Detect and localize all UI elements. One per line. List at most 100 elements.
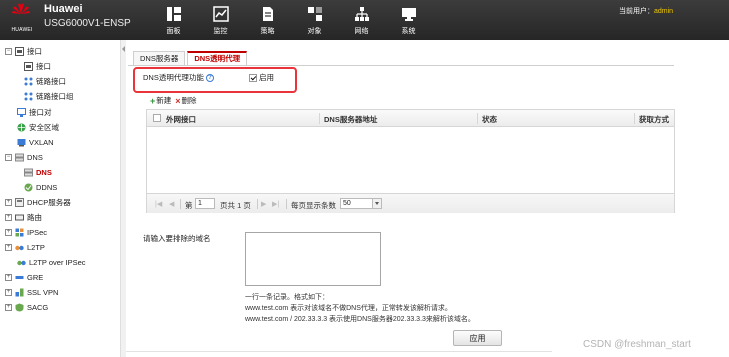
- exclude-domain-textarea[interactable]: [245, 232, 381, 286]
- last-page-icon[interactable]: ▶|: [272, 200, 279, 208]
- nav-object-label: 对象: [307, 28, 322, 35]
- nav-object[interactable]: 对象: [291, 4, 338, 38]
- chevron-down-icon[interactable]: [372, 199, 381, 208]
- tree-label: VXLAN: [29, 137, 54, 147]
- tree-interface-pair[interactable]: 接口对: [17, 106, 52, 118]
- nav-system[interactable]: 系统: [385, 4, 432, 38]
- add-button[interactable]: + 新建: [150, 95, 171, 106]
- expand-icon[interactable]: +: [5, 213, 12, 221]
- tree-gre[interactable]: + GRE: [5, 271, 43, 283]
- interface-icon: [15, 46, 24, 56]
- page-prefix: 第: [185, 201, 193, 210]
- tab-divider: [128, 65, 674, 66]
- network-topology-icon: [354, 7, 369, 21]
- col-wan-interface[interactable]: 外网接口: [166, 114, 196, 125]
- link-interface-group-icon: [24, 92, 33, 100]
- col-acquire-method[interactable]: 获取方式: [639, 114, 669, 125]
- col-status[interactable]: 状态: [482, 114, 497, 125]
- tab-dns-server[interactable]: DNS服务器: [133, 51, 186, 65]
- watermark: CSDN @freshman_start: [583, 339, 691, 350]
- tree-dns-group[interactable]: − DNS: [5, 151, 43, 163]
- tree-label: 链路接口组: [36, 91, 74, 101]
- delete-button[interactable]: × 删除: [175, 95, 196, 106]
- pagination-bar: |◀ ◀ 第 1 页共 1 页 ▶ ▶| 每页显示条数 50: [147, 193, 674, 213]
- annotation-highlight-box: [133, 67, 297, 93]
- nav-system-label: 系统: [401, 28, 416, 35]
- tree-label: 链路接口: [36, 76, 66, 86]
- logo-text: HUAWEI: [11, 27, 33, 33]
- tree-link-interface-group[interactable]: 链路接口组: [24, 90, 74, 102]
- tree-label: 接口: [27, 46, 42, 56]
- l2tp-icon: [15, 245, 24, 250]
- nav-network[interactable]: 网络: [338, 4, 385, 38]
- top-header: HUAWEI Huawei USG6000V1-ENSP 面板 监控 策略 对象…: [0, 0, 729, 40]
- collapse-icon[interactable]: −: [5, 153, 12, 161]
- tree-l2tp-over-ipsec[interactable]: L2TP over IPSec: [17, 256, 86, 268]
- apply-button[interactable]: 应用: [453, 330, 502, 346]
- select-all-checkbox[interactable]: [153, 114, 161, 122]
- sidebar-splitter[interactable]: [120, 40, 126, 357]
- tree-vxlan[interactable]: VXLAN: [17, 136, 54, 148]
- expand-icon[interactable]: +: [5, 288, 12, 296]
- tree-sacg[interactable]: + SACG: [5, 301, 48, 313]
- tree-link-interface[interactable]: 链路接口: [24, 75, 66, 87]
- sidebar-tree: − 接口 接口 链路接口 链路接口组 接口对 安全区域 VXLAN − DNS …: [0, 40, 122, 357]
- dns-server-table: 外网接口 DNS服务器地址 状态 获取方式 |◀ ◀ 第 1 页共 1 页 ▶ …: [146, 109, 675, 213]
- expand-icon[interactable]: +: [5, 228, 12, 236]
- expand-icon[interactable]: +: [5, 273, 12, 281]
- plus-icon: +: [150, 95, 156, 106]
- l2tp-over-ipsec-icon: [17, 260, 26, 265]
- per-page-select[interactable]: 50: [340, 198, 382, 209]
- tree-label: DNS: [36, 167, 52, 177]
- tree-ddns[interactable]: DDNS: [24, 181, 57, 193]
- column-divider: [634, 113, 635, 124]
- tree-interface-group[interactable]: − 接口: [5, 45, 42, 57]
- per-page-value: 50: [343, 200, 351, 207]
- tree-security-zone[interactable]: 安全区域: [17, 121, 59, 133]
- tree-ssl-vpn[interactable]: + SSL VPN: [5, 286, 58, 298]
- tree-label: L2TP: [27, 242, 45, 252]
- expand-icon[interactable]: +: [5, 198, 12, 206]
- link-interface-icon: [24, 77, 33, 85]
- tree-l2tp[interactable]: + L2TP: [5, 241, 45, 253]
- format-hint-line: www.test.com 表示对该域名不做DNS代理，正常转发该解析请求。: [245, 305, 452, 312]
- tree-label: SACG: [27, 302, 49, 312]
- tree-label: IPSec: [27, 227, 48, 237]
- tree-label: DHCP服务器: [27, 197, 71, 207]
- prev-page-icon[interactable]: ◀: [169, 200, 174, 208]
- footer-divider: [126, 351, 552, 352]
- nav-policy[interactable]: 策略: [244, 4, 291, 38]
- collapse-icon[interactable]: −: [5, 47, 12, 55]
- nav-dashboard[interactable]: 面板: [150, 4, 197, 38]
- tree-label: DDNS: [36, 182, 58, 192]
- table-header: 外网接口 DNS服务器地址 状态 获取方式: [147, 110, 674, 127]
- security-zone-icon: [17, 123, 26, 131]
- tab-bar: DNS服务器 DNS透明代理: [133, 51, 249, 65]
- interface-icon: [24, 61, 33, 71]
- page-number-input[interactable]: 1: [195, 198, 215, 209]
- tree-label: 路由: [27, 212, 42, 222]
- col-dns-server-address[interactable]: DNS服务器地址: [324, 114, 377, 125]
- huawei-logo-icon: [12, 3, 30, 15]
- next-page-icon[interactable]: ▶: [261, 200, 266, 208]
- first-page-icon[interactable]: |◀: [155, 200, 162, 208]
- tree-interface[interactable]: 接口: [24, 60, 51, 72]
- delete-label: 删除: [181, 96, 197, 105]
- ssl-vpn-icon: [15, 288, 24, 296]
- tree-dns-active[interactable]: DNS: [24, 166, 52, 178]
- tab-dns-transparent-proxy[interactable]: DNS透明代理: [187, 51, 248, 65]
- nav-monitor[interactable]: 监控: [197, 4, 244, 38]
- current-user-name[interactable]: admin: [654, 8, 673, 15]
- collapse-arrow-icon[interactable]: [122, 46, 125, 52]
- tree-label: DNS: [27, 152, 43, 162]
- tree-label: 安全区域: [29, 122, 59, 132]
- expand-icon[interactable]: +: [5, 243, 12, 251]
- expand-icon[interactable]: +: [5, 303, 12, 311]
- nav-monitor-label: 监控: [213, 28, 228, 35]
- tree-dhcp-server[interactable]: + DHCP服务器: [5, 196, 71, 208]
- tree-ipsec[interactable]: + IPSec: [5, 226, 47, 238]
- current-user: 当前用户：admin: [619, 6, 673, 16]
- main-nav: 面板 监控 策略 对象 网络 系统: [150, 4, 432, 38]
- tree-routing[interactable]: + 路由: [5, 211, 42, 223]
- nav-policy-label: 策略: [260, 28, 275, 35]
